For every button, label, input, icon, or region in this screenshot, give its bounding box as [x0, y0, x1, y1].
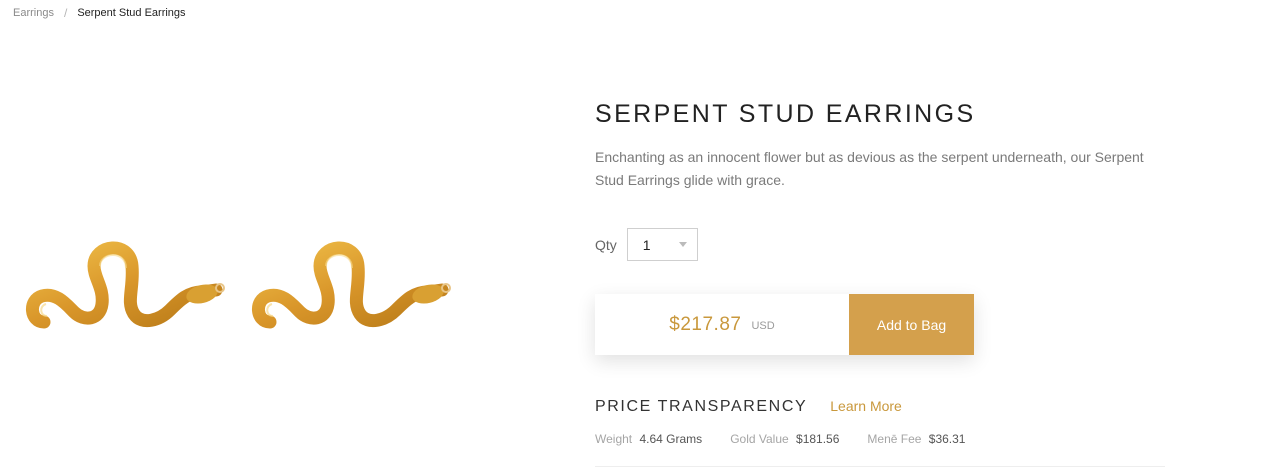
breadcrumb-current: Serpent Stud Earrings — [77, 7, 186, 19]
weight-value: 4.64 Grams — [639, 432, 703, 446]
quantity-label: Qty — [595, 236, 617, 253]
product-description: Enchanting as an innocent flower but as … — [595, 149, 1144, 188]
gold-value-label: Gold Value — [730, 432, 789, 446]
mene-fee-stat: Menē Fee $36.31 — [867, 432, 965, 446]
price-currency: USD — [751, 320, 775, 332]
quantity-row: Qty 1 — [595, 228, 698, 261]
breadcrumb-separator: / — [63, 6, 68, 20]
quantity-select[interactable]: 1 — [626, 228, 698, 261]
add-to-bag-button[interactable]: Add to Bag — [849, 294, 974, 355]
learn-more-link[interactable]: Learn More — [830, 398, 902, 414]
serpent-earring-icon — [252, 241, 451, 329]
mene-fee-amount: $36.31 — [928, 432, 966, 446]
chevron-down-icon — [678, 242, 687, 247]
purchase-box: $217.87 USD Add to Bag — [595, 294, 974, 355]
breadcrumb-link-earrings[interactable]: Earrings — [13, 7, 54, 19]
gold-value-stat: Gold Value $181.56 — [730, 432, 839, 446]
gold-value-amount: $181.56 — [796, 432, 840, 446]
product-details: SERPENT STUD EARRINGS Enchanting as an i… — [595, 100, 1165, 467]
mene-fee-label: Menē Fee — [867, 432, 922, 446]
product-price: $217.87 — [669, 313, 742, 335]
serpent-earring-icon — [26, 241, 225, 329]
weight-label: Weight — [595, 432, 633, 446]
divider — [595, 466, 1165, 467]
price-breakdown: Weight 4.64 Grams Gold Value $181.56 Men… — [595, 432, 993, 446]
product-title: SERPENT STUD EARRINGS — [595, 100, 976, 128]
quantity-value: 1 — [642, 236, 651, 253]
product-image[interactable] — [10, 230, 451, 370]
breadcrumb: Earrings / Serpent Stud Earrings — [13, 6, 186, 20]
price-transparency-header: PRICE TRANSPARENCY Learn More — [595, 398, 902, 416]
price-transparency-title: PRICE TRANSPARENCY — [595, 398, 808, 415]
price-area: $217.87 USD — [595, 294, 849, 355]
weight-stat: Weight 4.64 Grams — [595, 432, 702, 446]
